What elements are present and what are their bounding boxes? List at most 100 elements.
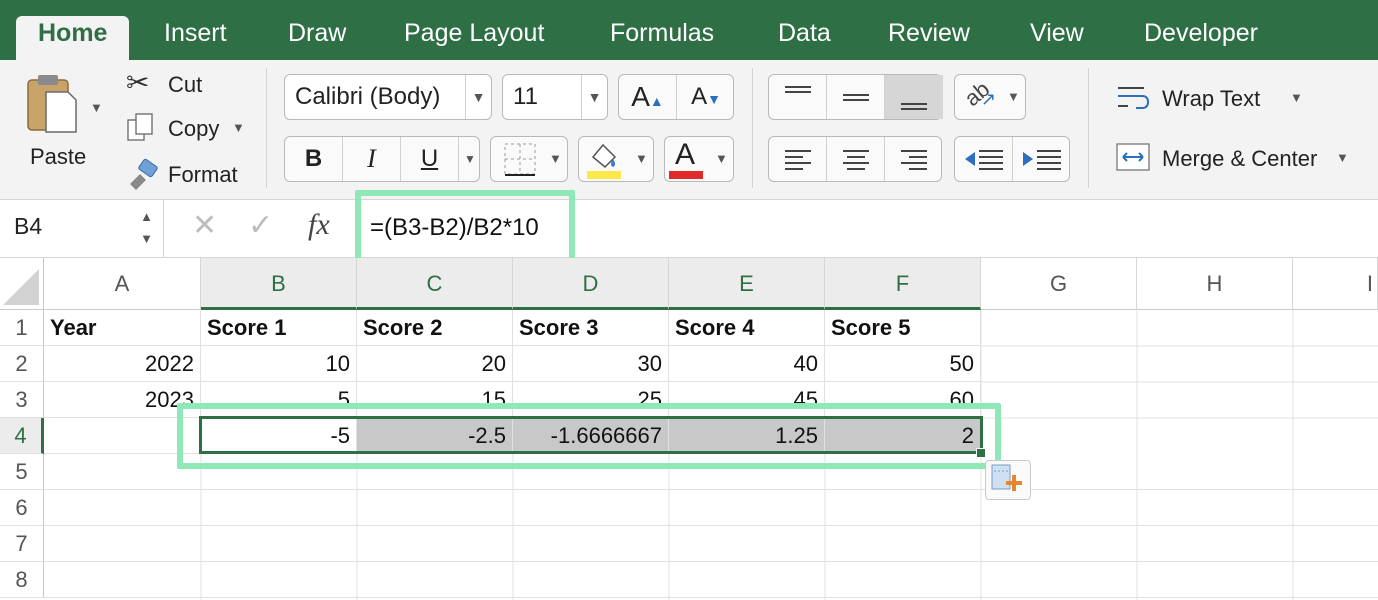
fill-color-button[interactable]: ▼	[578, 136, 654, 182]
row-header[interactable]: 7	[0, 526, 44, 562]
grid-row-empty[interactable]	[44, 490, 1378, 526]
cell-b1[interactable]: Score 1	[201, 310, 357, 346]
paste-options-caret-icon[interactable]: ▼	[90, 100, 103, 115]
fill-handle[interactable]	[976, 448, 986, 458]
increase-font-size-button[interactable]: A▲	[619, 75, 677, 119]
cell-b4[interactable]: -5	[201, 418, 357, 454]
font-color-button[interactable]: A ▼	[664, 136, 734, 182]
merge-center-button[interactable]: Merge & Center ▼	[1114, 138, 1354, 178]
tab-formulas[interactable]: Formulas	[610, 16, 714, 60]
bold-button[interactable]: B	[285, 137, 343, 181]
align-center-button[interactable]	[827, 137, 885, 181]
row-header[interactable]: 4	[0, 418, 44, 454]
cell-f2[interactable]: 50	[825, 346, 981, 382]
cell-e2[interactable]: 40	[669, 346, 825, 382]
orientation-dropdown-icon[interactable]: ▼	[1007, 89, 1020, 104]
cell-a4[interactable]	[44, 418, 201, 454]
wrap-text-dropdown-icon[interactable]: ▼	[1290, 90, 1303, 105]
decrease-indent-button[interactable]	[955, 137, 1013, 181]
grid-row-empty[interactable]	[44, 454, 1378, 490]
tab-home[interactable]: Home	[16, 16, 130, 60]
formula-input[interactable]: =(B3-B2)/B2*10	[370, 210, 539, 246]
align-middle-button[interactable]	[827, 75, 885, 119]
column-header[interactable]: F	[825, 258, 981, 310]
name-box-stepper[interactable]: ▲ ▼	[140, 206, 153, 250]
underline-button[interactable]: U	[401, 137, 459, 181]
column-header[interactable]: E	[669, 258, 825, 310]
column-header[interactable]: C	[357, 258, 513, 310]
cell-d1[interactable]: Score 3	[513, 310, 669, 346]
format-painter-button[interactable]: Format	[126, 158, 252, 192]
confirm-icon[interactable]: ✓	[248, 208, 273, 243]
fill-color-dropdown-icon[interactable]: ▼	[635, 151, 648, 166]
decrease-font-size-button[interactable]: A▼	[677, 75, 735, 119]
align-top-button[interactable]	[769, 75, 827, 119]
cell-f4[interactable]: 2	[825, 418, 981, 454]
font-name-select[interactable]: Calibri (Body) ▼	[284, 74, 492, 120]
tab-review[interactable]: Review	[888, 16, 970, 60]
cell-b3[interactable]: 5	[201, 382, 357, 418]
column-header[interactable]: H	[1137, 258, 1293, 310]
cell-a2[interactable]: 2022	[44, 346, 201, 382]
merge-center-dropdown-icon[interactable]: ▼	[1336, 150, 1349, 165]
tab-draw[interactable]: Draw	[288, 16, 346, 60]
italic-button[interactable]: I	[343, 137, 401, 181]
cancel-icon[interactable]: ✕	[192, 208, 217, 243]
wrap-text-button[interactable]: Wrap Text ▼	[1114, 78, 1314, 118]
row-header[interactable]: 5	[0, 454, 44, 490]
column-header[interactable]: I	[1293, 258, 1378, 310]
borders-button[interactable]: ▼	[490, 136, 568, 182]
cell-a1[interactable]: Year	[44, 310, 201, 346]
font-name-dropdown-icon[interactable]: ▼	[465, 75, 491, 119]
cell-f1[interactable]: Score 5	[825, 310, 981, 346]
copy-button[interactable]: Copy ▼	[126, 112, 252, 146]
row-header[interactable]: 8	[0, 562, 44, 598]
row-header[interactable]: 1	[0, 310, 44, 346]
cell-c1[interactable]: Score 2	[357, 310, 513, 346]
cell-f3[interactable]: 60	[825, 382, 981, 418]
row-header[interactable]: 3	[0, 382, 44, 418]
column-header[interactable]: A	[44, 258, 201, 310]
tab-developer[interactable]: Developer	[1144, 16, 1258, 60]
row-header[interactable]: 6	[0, 490, 44, 526]
cell-d4[interactable]: -1.6666667	[513, 418, 669, 454]
grid-row-empty[interactable]	[44, 526, 1378, 562]
name-box[interactable]: B4 ▲ ▼	[0, 200, 164, 258]
cell-d3[interactable]: 25	[513, 382, 669, 418]
cell-c2[interactable]: 20	[357, 346, 513, 382]
grid-row-empty[interactable]	[44, 562, 1378, 598]
select-all-button[interactable]	[0, 258, 44, 310]
copy-caret-icon[interactable]: ▼	[232, 120, 245, 135]
column-header[interactable]: G	[981, 258, 1137, 310]
increase-indent-button[interactable]	[1013, 137, 1071, 181]
insert-function-button[interactable]: fx	[308, 208, 330, 242]
orientation-button[interactable]: ab ↗ ▼	[954, 74, 1026, 120]
cell-d2[interactable]: 30	[513, 346, 669, 382]
align-bottom-button[interactable]	[885, 75, 943, 119]
cell-b2[interactable]: 10	[201, 346, 357, 382]
paste-options-button[interactable]	[985, 460, 1031, 500]
worksheet-grid[interactable]: A B C D E F G H I 1 2 3 4 5 6 7 8 Year S…	[0, 258, 1378, 600]
font-size-select[interactable]: 11 ▼	[502, 74, 608, 120]
cut-button[interactable]: ✂ Cut	[126, 67, 236, 102]
font-color-dropdown-icon[interactable]: ▼	[715, 151, 728, 166]
column-header[interactable]: D	[513, 258, 669, 310]
cell-a3[interactable]: 2023	[44, 382, 201, 418]
cell-e4[interactable]: 1.25	[669, 418, 825, 454]
cell-c3[interactable]: 15	[357, 382, 513, 418]
cell-e3[interactable]: 45	[669, 382, 825, 418]
cell-e1[interactable]: Score 4	[669, 310, 825, 346]
tab-data[interactable]: Data	[778, 16, 831, 60]
tab-insert[interactable]: Insert	[164, 16, 227, 60]
underline-dropdown-icon[interactable]: ▼	[459, 137, 481, 181]
align-left-button[interactable]	[769, 137, 827, 181]
row-header[interactable]: 2	[0, 346, 44, 382]
cell-c4[interactable]: -2.5	[357, 418, 513, 454]
paste-button[interactable]: ▼ Paste	[18, 70, 104, 186]
font-size-dropdown-icon[interactable]: ▼	[581, 75, 607, 119]
column-header[interactable]: B	[201, 258, 357, 310]
align-right-button[interactable]	[885, 137, 943, 181]
tab-page-layout[interactable]: Page Layout	[404, 16, 544, 60]
borders-dropdown-icon[interactable]: ▼	[549, 151, 562, 166]
tab-view[interactable]: View	[1030, 16, 1084, 60]
